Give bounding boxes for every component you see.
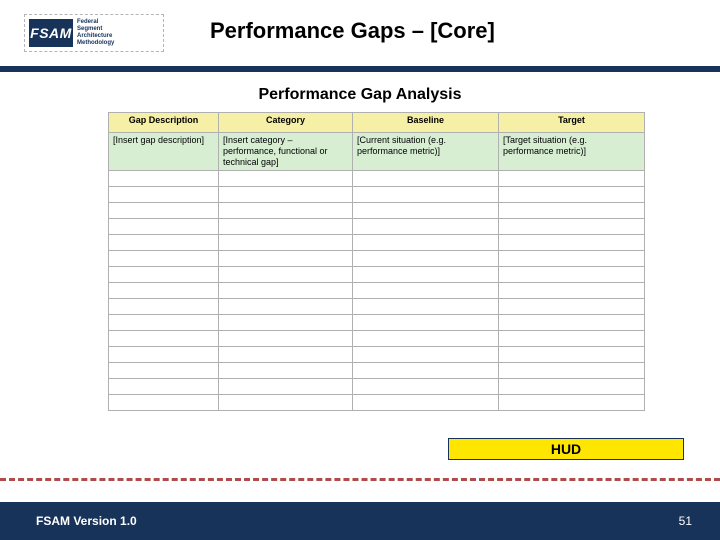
table-row [109, 379, 645, 395]
logo-line1: Federal [77, 19, 114, 26]
cell-instr-1: [Insert category – performance, function… [219, 133, 353, 171]
subtitle: Performance Gap Analysis [0, 86, 720, 104]
table-row [109, 395, 645, 411]
table-row [109, 171, 645, 187]
th-gap-description: Gap Description [109, 113, 219, 133]
table-row [109, 347, 645, 363]
page-title: Performance Gaps – [Core] [210, 18, 495, 44]
logo-line2: Segment [77, 26, 114, 33]
logo-abbr: FSAM [29, 19, 73, 47]
cell-instr-3: [Target situation (e.g. performance metr… [499, 133, 645, 171]
table-row [109, 267, 645, 283]
table-row [109, 363, 645, 379]
fsam-logo: FSAM Federal Segment Architecture Method… [24, 14, 164, 52]
gap-table-wrap: Gap Description Category Baseline Target… [108, 112, 644, 411]
table-row [109, 331, 645, 347]
table-row [109, 219, 645, 235]
table-header-row: Gap Description Category Baseline Target [109, 113, 645, 133]
header: FSAM Federal Segment Architecture Method… [0, 0, 720, 72]
logo-line3: Architecture [77, 33, 114, 40]
table-row [109, 299, 645, 315]
table-row [109, 315, 645, 331]
table-row [109, 283, 645, 299]
th-target: Target [499, 113, 645, 133]
table-row [109, 235, 645, 251]
cell-instr-2: [Current situation (e.g. performance met… [353, 133, 499, 171]
th-baseline: Baseline [353, 113, 499, 133]
table-row [109, 203, 645, 219]
logo-line4: Methodology [77, 40, 114, 47]
footer-version: FSAM Version 1.0 [36, 514, 137, 528]
header-rule [0, 66, 720, 72]
table-body: [Insert gap description] [Insert categor… [109, 133, 645, 411]
cell-instr-0: [Insert gap description] [109, 133, 219, 171]
th-category: Category [219, 113, 353, 133]
table-row [109, 251, 645, 267]
hud-badge: HUD [448, 438, 684, 460]
instruction-row: [Insert gap description] [Insert categor… [109, 133, 645, 171]
logo-text: Federal Segment Architecture Methodology [77, 19, 114, 47]
footer: FSAM Version 1.0 51 [0, 502, 720, 540]
gap-table: Gap Description Category Baseline Target… [108, 112, 645, 411]
footer-page-number: 51 [679, 514, 692, 528]
dashed-divider [0, 478, 720, 481]
slide: FSAM Federal Segment Architecture Method… [0, 0, 720, 540]
table-row [109, 187, 645, 203]
